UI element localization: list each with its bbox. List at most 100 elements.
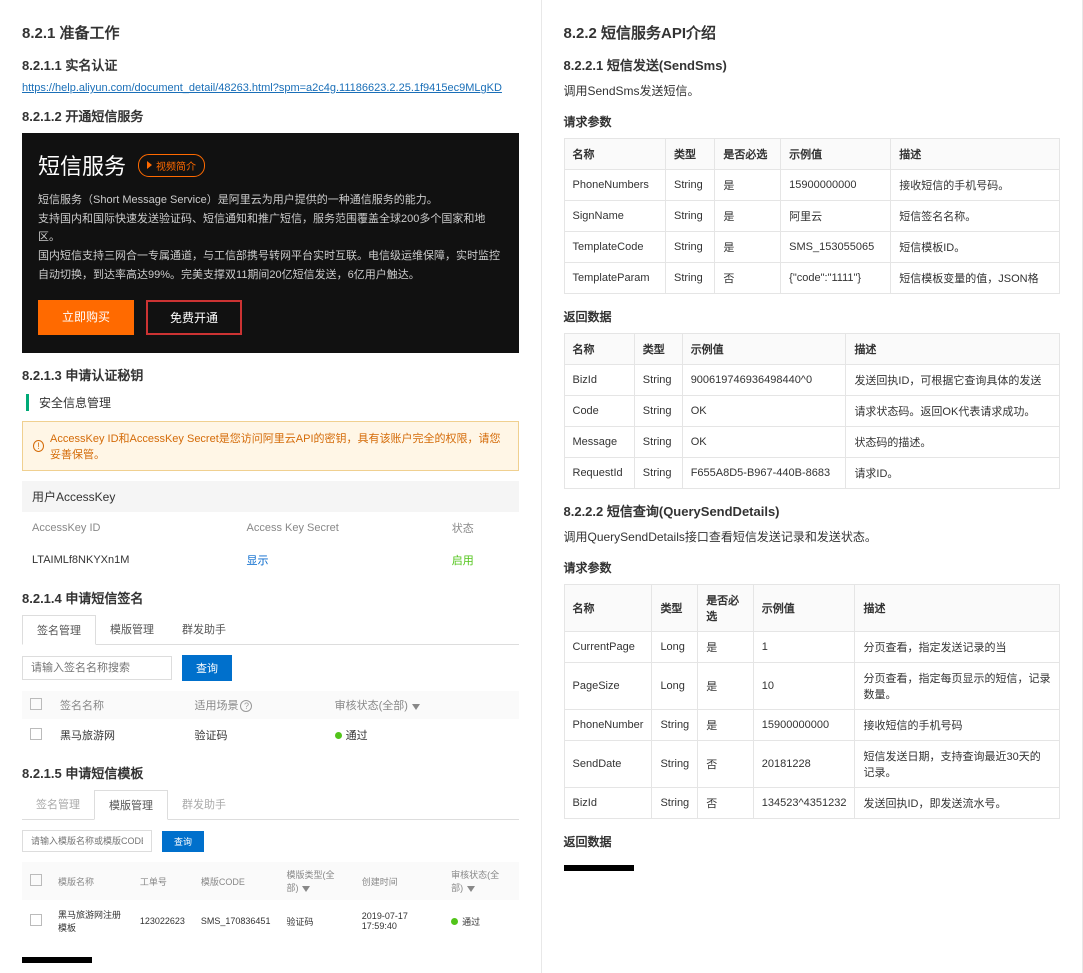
col-tpl-status: 审核状态(全部) [451,870,499,893]
table-row: PhoneNumbersString是15900000000接收短信的手机号码。 [564,170,1060,201]
col-audit-status: 审核状态(全部) [335,700,408,712]
col-ak-status: 状态 [442,512,519,544]
page-footer-strip [22,957,92,963]
table-row: CurrentPageLong是1分页查看，指定发送记录的当 [564,632,1060,663]
tab-bulk-send-2[interactable]: 群发助手 [168,790,240,819]
heading-821: 8.2.1 准备工作 [22,22,519,43]
col-tpl-code: 模版CODE [193,862,279,900]
security-mgmt-label: 安全信息管理 [26,394,519,411]
signature-search-button[interactable]: 查询 [182,655,232,681]
accesskey-warning: ! AccessKey ID和AccessKey Secret是您访问阿里云AP… [22,421,519,471]
tab-tpl-mgmt-2[interactable]: 模版管理 [94,790,168,820]
tpl-type: 验证码 [278,900,353,942]
template-tabs: 签名管理 模版管理 群发助手 [22,790,519,820]
tpl-status: 通过 [462,917,480,927]
heading-822: 8.2.2 短信服务API介绍 [564,22,1061,43]
video-intro-button[interactable]: 视频简介 [138,154,205,177]
ak-status: 启用 [452,555,474,567]
heading-8221: 8.2.2.1 短信发送(SendSms) [564,55,1061,74]
table-row: TemplateParamString否{"code":"1111"}短信模板变… [564,263,1060,294]
pass-dot-icon [451,918,458,925]
table-row: BizIdString900619746936498440^0发送回执ID，可根… [564,365,1060,396]
sign-scene-value: 验证码 [186,719,326,751]
col-ak-secret: Access Key Secret [237,512,442,544]
tpl-ticket: 123022623 [132,900,193,942]
req-params-label: 请求参数 [564,113,1061,130]
table-row: RequestIdStringF655A8D5-B967-440B-8683请求… [564,458,1060,489]
signature-table: 签名名称 适用场景? 审核状态(全部) 黑马旅游网 验证码 通过 [22,691,519,751]
ret-data-label-2: 返回数据 [564,833,1061,850]
template-table: 模版名称 工单号 模版CODE 模版类型(全部) 创建时间 审核状态(全部) 黑… [22,862,519,942]
filter-icon[interactable] [302,886,310,892]
heading-8211: 8.2.1.1 实名认证 [22,55,519,74]
col-tpl-name: 模版名称 [50,862,132,900]
tpl-code: SMS_170836451 [193,900,279,942]
col-tpl-type: 模版类型(全部) [286,870,334,893]
template-search-input[interactable] [22,830,152,852]
querysend-req-table: 名称 类型 是否必选 示例值 描述 CurrentPageLong是1分页查看，… [564,584,1061,819]
table-row: CodeStringOK请求状态码。返回OK代表请求成功。 [564,396,1060,427]
video-intro-label: 视频简介 [156,158,196,173]
page-footer-strip [564,865,634,871]
col-ak-id: AccessKey ID [22,512,237,544]
checkbox[interactable] [30,728,42,740]
table-header-row: 名称 类型 是否必选 示例值 描述 [564,139,1060,170]
tab-sign-mgmt-2[interactable]: 签名管理 [22,790,94,819]
sendsms-req-table: 名称 类型 是否必选 示例值 描述 PhoneNumbersString是159… [564,138,1061,294]
banner-title: 短信服务 [38,149,126,181]
table-row: SendDateString否20181228短信发送日期，支持查询最近30天的… [564,741,1060,788]
heading-8215: 8.2.1.5 申请短信模板 [22,763,519,782]
help-icon[interactable]: ? [240,700,252,712]
col-ticket: 工单号 [132,862,193,900]
table-row: BizIdString否134523^4351232发送回执ID，即发送流水号。 [564,788,1060,819]
tab-sign-mgmt[interactable]: 签名管理 [22,615,96,645]
warning-text: AccessKey ID和AccessKey Secret是您访问阿里云API的… [50,430,507,462]
tab-bulk-send[interactable]: 群发助手 [168,615,240,644]
filter-icon[interactable] [412,704,420,710]
col-sign-name: 签名名称 [52,691,186,719]
req-params-label-2: 请求参数 [564,559,1061,576]
signature-search-input[interactable] [22,656,172,680]
querysend-desc: 调用QuerySendDetails接口查看短信发送记录和发送状态。 [564,528,1061,545]
sms-banner: 短信服务 视频简介 短信服务（Short Message Service）是阿里… [22,133,519,353]
table-row: 黑马旅游网注册模板 123022623 SMS_170836451 验证码 20… [22,900,519,942]
sign-name-value: 黑马旅游网 [52,719,186,751]
sendsms-desc: 调用SendSms发送短信。 [564,82,1061,99]
table-row: PhoneNumberString是15900000000接收短信的手机号码 [564,710,1060,741]
heading-8214: 8.2.1.4 申请短信签名 [22,588,519,607]
table-row: LTAIMLf8NKYXn1M 显示 启用 [22,544,519,576]
warning-icon: ! [33,440,44,452]
col-create-time: 创建时间 [354,862,443,900]
heading-8213: 8.2.1.3 申请认证秘钥 [22,365,519,384]
tpl-time: 2019-07-17 17:59:40 [354,900,443,942]
table-header-row: AccessKey ID Access Key Secret 状态 [22,512,519,544]
tab-tpl-mgmt[interactable]: 模版管理 [96,615,168,644]
banner-desc: 短信服务（Short Message Service）是阿里云为用户提供的一种通… [38,191,503,284]
accesskey-table: AccessKey ID Access Key Secret 状态 LTAIML… [22,512,519,576]
right-page: 8.2.2 短信服务API介绍 8.2.2.1 短信发送(SendSms) 调用… [542,0,1083,973]
ak-id-value: LTAIMLf8NKYXn1M [22,544,237,576]
table-row: MessageStringOK状态码的描述。 [564,427,1060,458]
checkbox[interactable] [30,914,42,926]
checkbox[interactable] [30,874,42,886]
free-open-button[interactable]: 免费开通 [146,300,242,335]
col-scene: 适用场景 [194,700,238,712]
show-secret-link[interactable]: 显示 [247,555,269,567]
signature-tabs: 签名管理 模版管理 群发助手 [22,615,519,645]
heading-8212: 8.2.1.2 开通短信服务 [22,106,519,125]
filter-icon[interactable] [467,886,475,892]
checkbox[interactable] [30,698,42,710]
heading-8222: 8.2.2.2 短信查询(QuerySendDetails) [564,501,1061,520]
play-icon [147,161,152,169]
template-search-button[interactable]: 查询 [162,831,204,852]
table-row: PageSizeLong是10分页查看，指定每页显示的短信，记录数量。 [564,663,1060,710]
pass-dot-icon [335,732,342,739]
table-row: TemplateCodeString是SMS_153055065短信模板ID。 [564,232,1060,263]
sign-status: 通过 [346,730,368,742]
sendsms-ret-table: 名称 类型 示例值 描述 BizIdString9006197469364984… [564,333,1061,489]
table-header-row: 模版名称 工单号 模版CODE 模版类型(全部) 创建时间 审核状态(全部) [22,862,519,900]
table-header-row: 名称 类型 是否必选 示例值 描述 [564,585,1060,632]
table-header-row: 签名名称 适用场景? 审核状态(全部) [22,691,519,719]
realname-auth-link[interactable]: https://help.aliyun.com/document_detail/… [22,82,519,94]
buy-now-button[interactable]: 立即购买 [38,300,134,335]
